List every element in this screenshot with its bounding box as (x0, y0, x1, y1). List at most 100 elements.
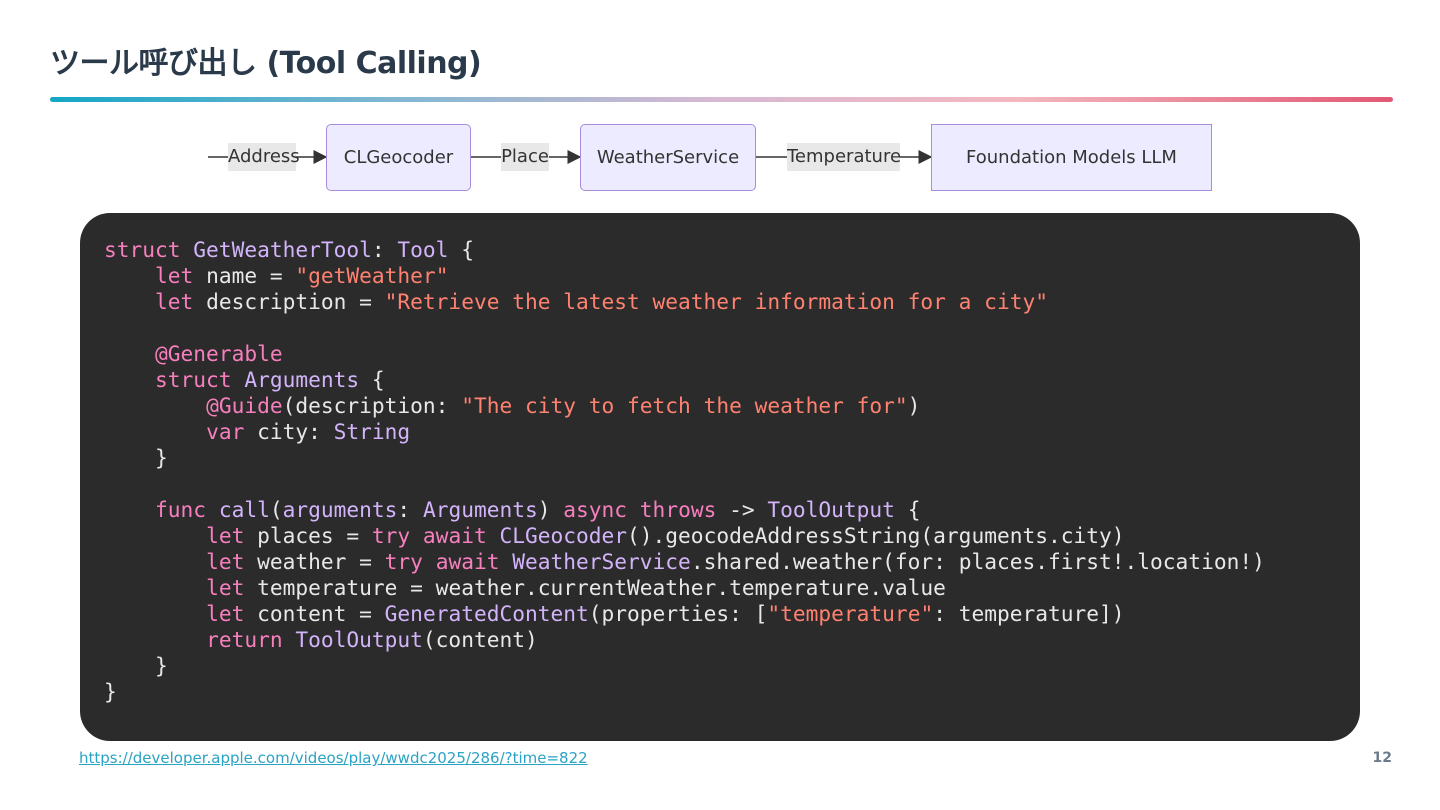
code-line: let name = "getWeather" (104, 263, 1265, 289)
code-token: name = (193, 263, 296, 288)
code-line: let description = "Retrieve the latest w… (104, 289, 1265, 315)
code-token: -> (716, 497, 768, 522)
code-token: async throws (563, 497, 717, 522)
code-token: ToolOutput (295, 627, 423, 652)
code-token: } (104, 445, 168, 470)
node-clgeocoder: CLGeocoder (326, 124, 471, 191)
code-token: temperature = weather.currentWeather.tem… (244, 575, 946, 600)
code-token: CLGeocoder (499, 523, 628, 548)
code-token: String (333, 419, 411, 444)
code-token: call (218, 497, 270, 522)
code-line: var city: String (104, 419, 1265, 445)
code-line: @Guide(description: "The city to fetch t… (104, 393, 1265, 419)
code-token: let (155, 289, 194, 314)
code-line: let temperature = weather.currentWeather… (104, 575, 1265, 601)
code-token: (properties: [ (588, 601, 768, 626)
code-token: city: (244, 419, 334, 444)
node-foundation-models-llm: Foundation Models LLM (931, 124, 1212, 191)
code-line: let places = try await CLGeocoder().geoc… (104, 523, 1265, 549)
code-token: @Guide (206, 393, 283, 418)
code-content: struct GetWeatherTool: Tool { let name =… (104, 237, 1265, 705)
source-link[interactable]: https://developer.apple.com/videos/play/… (79, 749, 588, 767)
edge-label-place: Place (501, 143, 549, 171)
code-token: func (155, 497, 219, 522)
code-token: weather = (244, 549, 385, 574)
code-line: let content = GeneratedContent(propertie… (104, 601, 1265, 627)
code-line: } (104, 679, 1265, 705)
code-token: (content) (422, 627, 538, 652)
code-token: Tool (397, 237, 449, 262)
code-token: arguments (282, 497, 398, 522)
code-token: ().geocodeAddressString(arguments.city) (627, 523, 1125, 548)
code-token: } (104, 679, 117, 704)
code-line: @Generable (104, 341, 1265, 367)
code-token: ( (269, 497, 283, 522)
code-token: let (206, 523, 245, 548)
code-token: "The city to fetch the weather for" (461, 393, 908, 418)
code-token: Arguments (244, 367, 360, 392)
code-token: "temperature" (767, 601, 934, 626)
code-token: var (206, 419, 245, 444)
flow-diagram: Address Place Temperature CLGeocoder Wea… (0, 118, 1440, 198)
edge-label-temperature: Temperature (787, 143, 901, 171)
code-token: places = (244, 523, 372, 548)
code-token: Arguments (422, 497, 538, 522)
page-number: 12 (1372, 750, 1392, 766)
code-line: } (104, 445, 1265, 471)
code-token: let (206, 601, 245, 626)
code-block: struct GetWeatherTool: Tool { let name =… (80, 213, 1360, 741)
code-token: struct (104, 237, 194, 262)
code-token: content = (244, 601, 385, 626)
code-line: return ToolOutput(content) (104, 627, 1265, 653)
code-token: struct (155, 367, 245, 392)
code-token: } (104, 653, 168, 678)
code-token: "getWeather" (295, 263, 449, 288)
code-token: ) (907, 393, 921, 418)
code-token: { (894, 497, 921, 522)
code-line: func call(arguments: Arguments) async th… (104, 497, 1265, 523)
title-underline (50, 97, 1393, 102)
code-token: "Retrieve the latest weather information… (384, 289, 1048, 314)
code-token: @Generable (155, 341, 283, 366)
code-token: GetWeatherTool (193, 237, 372, 262)
code-token: return (206, 627, 296, 652)
code-token: let (155, 263, 194, 288)
code-token: (description: (282, 393, 462, 418)
code-token: : temperature]) (933, 601, 1125, 626)
code-token: WeatherService (512, 549, 691, 574)
code-token: let (206, 549, 245, 574)
node-weatherservice: WeatherService (580, 124, 756, 191)
code-token: : (371, 237, 398, 262)
code-line: let weather = try await WeatherService.s… (104, 549, 1265, 575)
code-token: let (206, 575, 245, 600)
code-line: struct GetWeatherTool: Tool { (104, 237, 1265, 263)
code-token: ) (537, 497, 564, 522)
edge-label-address: Address (228, 143, 300, 171)
code-token: { (448, 237, 474, 262)
code-line: } (104, 653, 1265, 679)
code-token: .shared.weather(for: places.first!.locat… (690, 549, 1265, 574)
slide-title: ツール呼び出し (Tool Calling) (50, 46, 482, 81)
code-token: { (359, 367, 385, 392)
code-token: try await (384, 549, 513, 574)
code-token: GeneratedContent (384, 601, 589, 626)
code-token: ToolOutput (767, 497, 895, 522)
code-token: try await (371, 523, 500, 548)
code-token: : (397, 497, 423, 522)
code-line: struct Arguments { (104, 367, 1265, 393)
code-token: description = (193, 289, 385, 314)
